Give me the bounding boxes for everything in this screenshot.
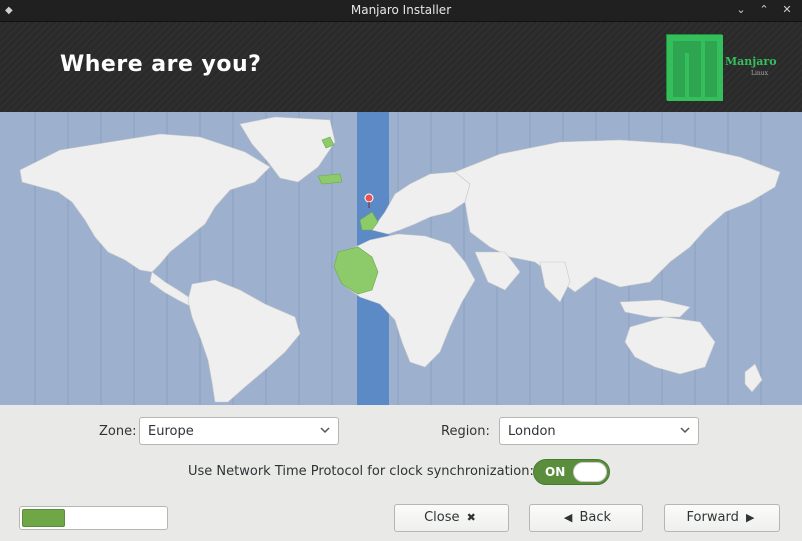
forward-button[interactable]: Forward ▶ [664, 504, 780, 532]
forward-button-label: Forward [686, 510, 739, 525]
window-titlebar: ◆ Manjaro Installer ⌄ ⌃ ✕ [0, 0, 802, 22]
timezone-map[interactable] [0, 112, 802, 405]
region-dropdown[interactable]: London [499, 417, 699, 445]
ntp-label: Use Network Time Protocol for clock sync… [188, 464, 534, 479]
logo-wordmark: Manjaro [725, 55, 777, 68]
zone-dropdown[interactable]: Europe [139, 417, 339, 445]
close-button-label: Close [424, 510, 460, 525]
zone-value: Europe [148, 424, 194, 439]
close-x-icon: ✖ [466, 511, 476, 524]
close-button[interactable]: Close ✖ [394, 504, 509, 532]
world-map-svg [19, 112, 781, 405]
close-window-icon[interactable]: ✕ [778, 2, 796, 18]
page-title: Where are you? [60, 52, 262, 77]
chevron-down-icon [680, 427, 690, 434]
back-button[interactable]: ◀ Back [529, 504, 643, 532]
page-header: Where are you? Manjaro Linux [0, 22, 802, 112]
toggle-state-text: ON [545, 465, 566, 479]
chevron-down-icon [320, 427, 330, 434]
manjaro-logo-mark [666, 34, 723, 101]
maximize-icon[interactable]: ⌃ [755, 2, 773, 18]
arrow-right-icon: ▶ [745, 511, 755, 524]
minimize-icon[interactable]: ⌄ [732, 2, 750, 18]
region-label: Region: [441, 424, 490, 439]
arrow-left-icon: ◀ [563, 511, 573, 524]
back-button-label: Back [579, 510, 612, 525]
installer-progress-bar [19, 506, 168, 530]
window-title: Manjaro Installer [350, 3, 452, 17]
manjaro-logo: Manjaro Linux [666, 34, 782, 102]
logo-subtitle: Linux [751, 70, 769, 77]
progress-fill [22, 509, 65, 527]
ntp-toggle-switch[interactable]: ON [533, 459, 610, 485]
toggle-knob [573, 462, 607, 482]
region-value: London [508, 424, 556, 439]
zone-label: Zone: [99, 424, 137, 439]
